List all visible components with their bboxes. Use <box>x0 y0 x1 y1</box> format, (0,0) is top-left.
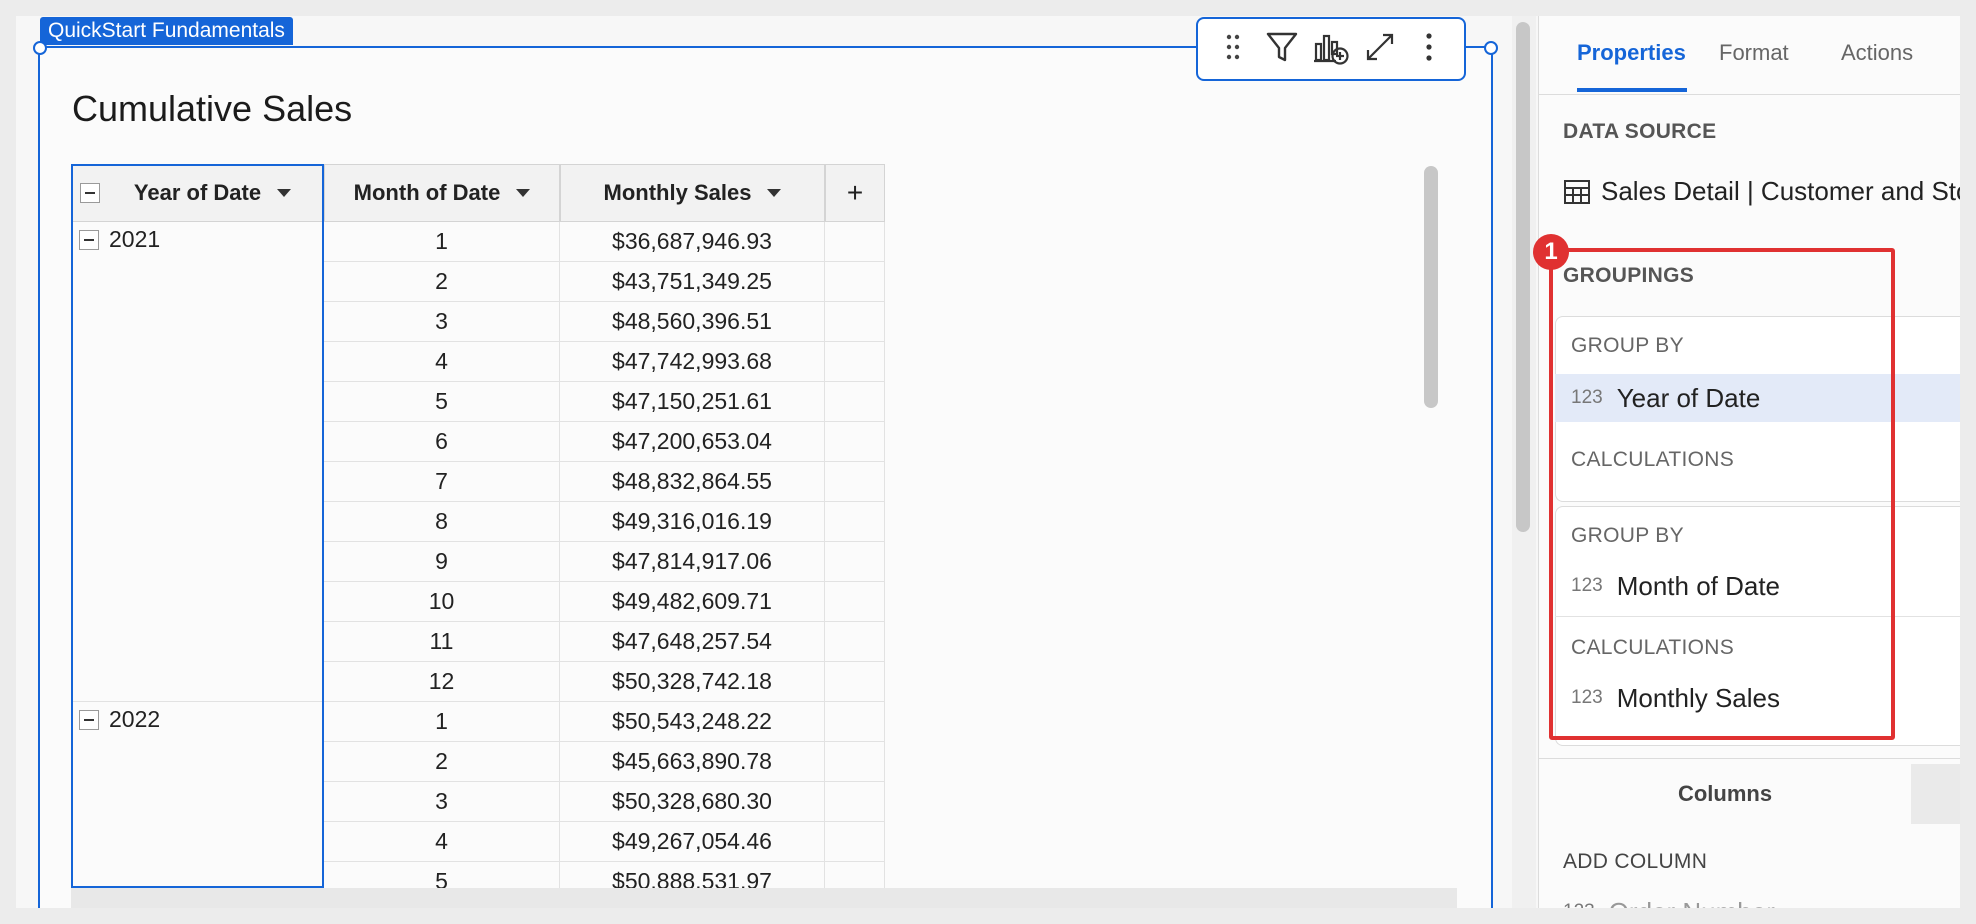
sales-cell[interactable]: $47,742,993.68 <box>560 342 825 382</box>
sales-cell[interactable]: $36,687,946.93 <box>560 222 825 262</box>
active-tab-indicator <box>1577 88 1687 92</box>
resize-handle-left[interactable] <box>33 41 47 55</box>
empty-cell <box>825 742 885 782</box>
empty-cell <box>825 222 885 262</box>
sales-cell[interactable]: $49,482,609.71 <box>560 582 825 622</box>
column-header-label: Month of Date <box>353 180 501 205</box>
annotation-badge: 1 <box>1533 234 1569 270</box>
add-column-item[interactable]: 123 Order Number <box>1547 888 1960 909</box>
caret-down-icon[interactable] <box>767 189 782 197</box>
data-source-label: DATA SOURCE <box>1563 120 1717 143</box>
table-icon <box>1563 178 1591 206</box>
month-cell[interactable]: 5 <box>324 382 560 422</box>
table-horizontal-scrollbar[interactable] <box>71 888 1457 908</box>
annotation-highlight-box <box>1549 248 1895 740</box>
month-cell[interactable]: 4 <box>324 822 560 862</box>
add-column-label: ADD COLUMN <box>1563 850 1708 873</box>
month-cell[interactable]: 2 <box>324 262 560 302</box>
sales-cell[interactable]: $47,200,653.04 <box>560 422 825 462</box>
sales-cell[interactable]: $47,814,917.06 <box>560 542 825 582</box>
divider <box>1539 758 1960 759</box>
month-cell[interactable]: 1 <box>324 222 560 262</box>
month-cell[interactable]: 2 <box>324 742 560 782</box>
month-cell[interactable]: 1 <box>324 702 560 742</box>
month-cell[interactable]: 6 <box>324 422 560 462</box>
empty-cell <box>825 422 885 462</box>
empty-cell <box>825 822 885 862</box>
empty-cell <box>825 702 885 742</box>
tab-properties[interactable]: Properties <box>1577 40 1686 66</box>
empty-cell <box>825 662 885 702</box>
empty-cell <box>825 782 885 822</box>
sales-cell[interactable]: $49,267,054.46 <box>560 822 825 862</box>
sales-cell[interactable]: $50,328,742.18 <box>560 662 825 702</box>
empty-cell <box>825 382 885 422</box>
resize-handle-right[interactable] <box>1484 41 1498 55</box>
month-cell[interactable]: 4 <box>324 342 560 382</box>
table-vertical-scrollbar[interactable] <box>1424 166 1438 408</box>
column-header-month[interactable]: Month of Date <box>324 164 560 222</box>
data-source-selector[interactable]: Sales Detail | Customer and Sto <box>1563 176 1960 207</box>
filter-icon[interactable] <box>1263 28 1301 71</box>
drag-handle-icon[interactable] <box>1214 28 1252 71</box>
sales-cell[interactable]: $47,648,257.54 <box>560 622 825 662</box>
selected-column-outline <box>71 164 324 888</box>
empty-cell <box>825 502 885 542</box>
canvas-scrollbar[interactable] <box>1516 22 1530 532</box>
empty-cell <box>825 542 885 582</box>
month-cell[interactable]: 12 <box>324 662 560 702</box>
month-cell[interactable]: 10 <box>324 582 560 622</box>
add-chart-icon[interactable] <box>1312 28 1350 71</box>
month-cell[interactable]: 3 <box>324 302 560 342</box>
tab-actions[interactable]: Actions <box>1841 40 1913 66</box>
plus-icon: + <box>846 177 864 208</box>
page-tag[interactable]: QuickStart Fundamentals <box>40 17 293 45</box>
sales-cell[interactable]: $49,316,016.19 <box>560 502 825 542</box>
sales-cell[interactable]: $50,328,680.30 <box>560 782 825 822</box>
empty-cell <box>825 582 885 622</box>
sales-cell[interactable]: $47,150,251.61 <box>560 382 825 422</box>
sales-cell[interactable]: $48,560,396.51 <box>560 302 825 342</box>
empty-cell <box>825 262 885 302</box>
divider <box>1539 94 1960 95</box>
sales-cell[interactable]: $43,751,349.25 <box>560 262 825 302</box>
element-title: Cumulative Sales <box>72 88 353 129</box>
tab-format[interactable]: Format <box>1719 40 1789 66</box>
data-source-name: Sales Detail | Customer and Sto <box>1601 176 1960 206</box>
tab-columns[interactable]: Columns <box>1539 764 1911 824</box>
month-cell[interactable]: 11 <box>324 622 560 662</box>
column-header-sales[interactable]: Monthly Sales <box>560 164 825 222</box>
empty-cell <box>825 462 885 502</box>
number-type-icon: 123 <box>1563 901 1595 908</box>
field-label: Order Number <box>1609 897 1775 909</box>
add-column-button[interactable]: + <box>825 164 885 222</box>
empty-cell <box>825 342 885 382</box>
sales-cell[interactable]: $48,832,864.55 <box>560 462 825 502</box>
caret-down-icon[interactable] <box>516 189 531 197</box>
empty-cell <box>825 622 885 662</box>
column-header-label: Monthly Sales <box>603 180 752 205</box>
month-cell[interactable]: 3 <box>324 782 560 822</box>
month-cell[interactable]: 7 <box>324 462 560 502</box>
month-cell[interactable]: 8 <box>324 502 560 542</box>
month-cell[interactable]: 9 <box>324 542 560 582</box>
empty-cell <box>825 302 885 342</box>
element-toolbar <box>1196 17 1466 81</box>
workbook-canvas: QuickStart Fundamentals Cumulative Sales <box>16 16 1516 908</box>
expand-icon[interactable] <box>1361 28 1399 71</box>
tab-secondary[interactable] <box>1911 764 1960 824</box>
sales-cell[interactable]: $45,663,890.78 <box>560 742 825 782</box>
more-menu-icon[interactable] <box>1410 28 1448 71</box>
sales-cell[interactable]: $50,543,248.22 <box>560 702 825 742</box>
